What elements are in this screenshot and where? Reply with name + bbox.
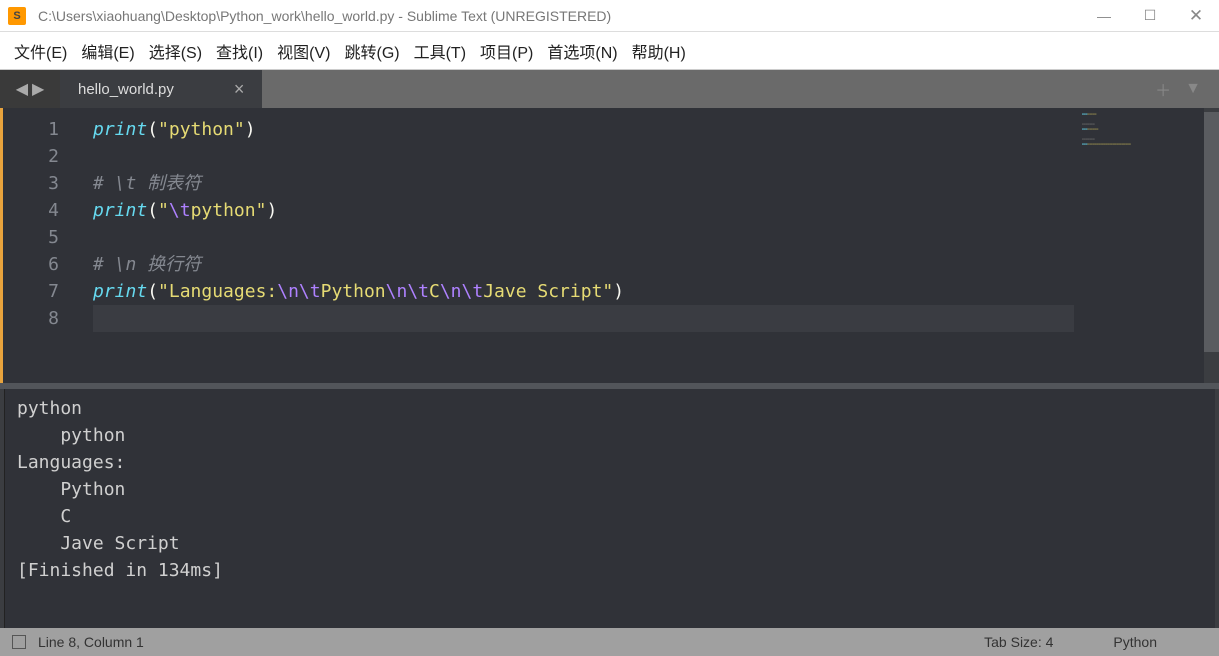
- menu-project[interactable]: 项目(P): [480, 39, 533, 63]
- menu-tools[interactable]: 工具(T): [414, 39, 466, 63]
- line-number: 7: [3, 278, 59, 305]
- code-line: # \n 换行符: [93, 251, 1074, 278]
- menu-find[interactable]: 查找(I): [216, 39, 263, 63]
- menu-select[interactable]: 选择(S): [149, 39, 202, 63]
- status-syntax[interactable]: Python: [1113, 634, 1157, 650]
- code-line: [93, 305, 1074, 332]
- status-right: Tab Size: 4 Python: [984, 634, 1207, 650]
- menu-preferences[interactable]: 首选项(N): [547, 39, 617, 63]
- close-button[interactable]: ✕: [1173, 0, 1219, 31]
- app-icon: S: [8, 7, 26, 25]
- tab-menu-icon[interactable]: ▼: [1185, 80, 1201, 98]
- line-number: 1: [3, 116, 59, 143]
- code-line: [93, 143, 1074, 170]
- line-number: 4: [3, 197, 59, 224]
- status-position: Line 8, Column 1: [38, 634, 144, 650]
- window-title: C:\Users\xiaohuang\Desktop\Python_work\h…: [38, 8, 1081, 24]
- tab-label: hello_world.py: [78, 81, 174, 98]
- gutter: 12345678: [3, 108, 75, 383]
- code-line: print("python"): [93, 116, 1074, 143]
- code-editor[interactable]: print("python") # \t 制表符print("\tpython"…: [75, 108, 1074, 383]
- menubar: 文件(E) 编辑(E) 选择(S) 查找(I) 视图(V) 跳转(G) 工具(T…: [0, 32, 1219, 70]
- line-number: 3: [3, 170, 59, 197]
- scroll-thumb[interactable]: [1204, 112, 1219, 352]
- line-number: 2: [3, 143, 59, 170]
- menu-edit[interactable]: 编辑(E): [81, 39, 134, 63]
- output-panel[interactable]: python python Languages: Python C Jave S…: [4, 389, 1215, 628]
- menu-view[interactable]: 视图(V): [277, 39, 330, 63]
- status-tab-size[interactable]: Tab Size: 4: [984, 634, 1053, 650]
- tab-strip-right: ＋ ▼: [1155, 70, 1219, 108]
- titlebar: S C:\Users\xiaohuang\Desktop\Python_work…: [0, 0, 1219, 32]
- tab-active[interactable]: hello_world.py ×: [60, 70, 262, 108]
- nav-back-icon[interactable]: ◀: [16, 79, 28, 99]
- statusbar: Line 8, Column 1 Tab Size: 4 Python: [0, 628, 1219, 656]
- code-line: print("Languages:\n\tPython\n\tC\n\tJave…: [93, 278, 1074, 305]
- menu-help[interactable]: 帮助(H): [632, 39, 686, 63]
- add-tab-icon[interactable]: ＋: [1155, 77, 1171, 101]
- editor-area: 12345678 print("python") # \t 制表符print("…: [0, 108, 1219, 383]
- tab-nav-arrows: ◀ ▶: [0, 70, 60, 108]
- line-number: 6: [3, 251, 59, 278]
- nav-forward-icon[interactable]: ▶: [32, 79, 44, 99]
- code-line: [93, 224, 1074, 251]
- panel-switcher-icon[interactable]: [12, 635, 26, 649]
- tab-strip: ◀ ▶ hello_world.py × ＋ ▼: [0, 70, 1219, 108]
- minimize-button[interactable]: —: [1081, 0, 1127, 31]
- code-line: print("\tpython"): [93, 197, 1074, 224]
- minimap[interactable]: ▬▬▬▬▬▬▬▬ ▬▬▬▬▬▬▬ ▬▬▬▬▬▬▬▬▬ ▬▬▬▬▬▬▬ ▬▬▬▬▬…: [1074, 108, 1204, 383]
- maximize-button[interactable]: ☐: [1127, 0, 1173, 31]
- tab-close-icon[interactable]: ×: [234, 79, 245, 100]
- vertical-scrollbar[interactable]: [1204, 108, 1219, 383]
- line-number: 5: [3, 224, 59, 251]
- window-controls: — ☐ ✕: [1081, 0, 1219, 31]
- menu-file[interactable]: 文件(E): [14, 39, 67, 63]
- line-number: 8: [3, 305, 59, 332]
- menu-goto[interactable]: 跳转(G): [344, 39, 399, 63]
- code-line: # \t 制表符: [93, 170, 1074, 197]
